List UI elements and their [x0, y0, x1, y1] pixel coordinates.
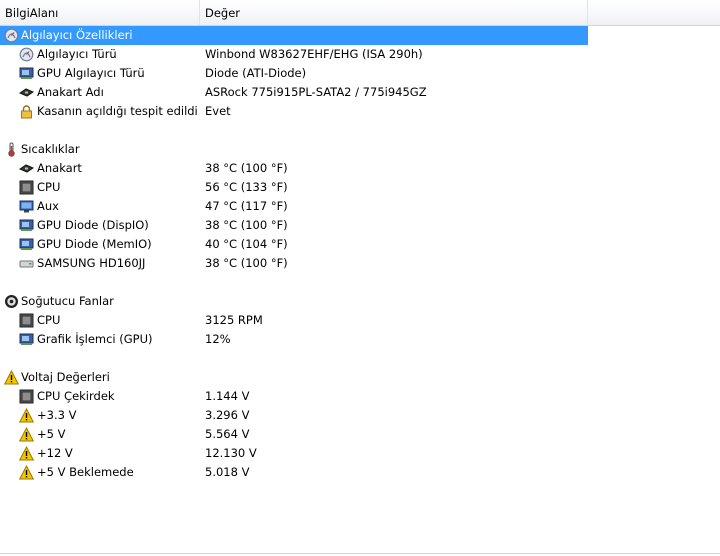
item-label: CPU: [37, 313, 61, 327]
motherboard-icon: [18, 161, 35, 176]
group-title: Soğutucu Fanlar: [21, 294, 114, 308]
sensor-icon: [4, 28, 19, 43]
cpu-icon: [19, 313, 34, 328]
item-value: 47 °C (117 °F): [205, 199, 288, 213]
group-row[interactable]: Sıcaklıklar: [0, 140, 720, 159]
list-item[interactable]: Anakart 38 °C (100 °F): [0, 159, 720, 178]
item-label: Grafik İşlemci (GPU): [37, 332, 153, 346]
item-label: GPU Algılayıcı Türü: [37, 66, 145, 80]
list-item[interactable]: Kasanın açıldığı tespit edildi Evet: [0, 102, 720, 121]
list-item[interactable]: Grafik İşlemci (GPU) 12%: [0, 330, 720, 349]
item-label: SAMSUNG HD160JJ: [37, 256, 146, 270]
list-item[interactable]: Anakart Adı ASRock 775i915PL-SATA2 / 775i…: [0, 83, 720, 102]
thermometer-icon: [4, 142, 19, 157]
item-label: GPU Diode (DispIO): [37, 218, 149, 232]
cpu-icon: [19, 389, 34, 404]
item-value: 5.564 V: [205, 427, 250, 441]
item-label: +3.3 V: [37, 408, 77, 422]
item-label: Anakart Adı: [37, 85, 104, 99]
list-item[interactable]: CPU 3125 RPM: [0, 311, 720, 330]
item-value: 3.296 V: [205, 408, 250, 422]
list-bottom-border: [0, 553, 720, 554]
monitor-icon: [19, 199, 34, 214]
item-value: 38 °C (100 °F): [205, 256, 288, 270]
item-label: +5 V: [37, 427, 66, 441]
list-item[interactable]: GPU Algılayıcı Türü Diode (ATI-Diode): [0, 64, 720, 83]
warning-icon: [18, 426, 35, 442]
gpu-icon: [19, 66, 34, 81]
gpu-icon: [19, 332, 34, 347]
gpu-icon: [19, 218, 34, 233]
list-item[interactable]: +5 V Beklemede 5.018 V: [0, 463, 720, 482]
warning-icon: [3, 369, 20, 385]
warning-icon: [18, 407, 35, 423]
item-value: Diode (ATI-Diode): [205, 66, 307, 80]
item-value: 3125 RPM: [205, 313, 263, 327]
item-value: 38 °C (100 °F): [205, 161, 288, 175]
sensor-list: Algılayıcı Özellikleri Algılayıcı Türü Win…: [0, 26, 720, 482]
item-label: +5 V Beklemede: [37, 465, 134, 479]
list-item[interactable]: CPU Çekirdek 1.144 V: [0, 387, 720, 406]
group-title: Algılayıcı Özellikleri: [21, 28, 133, 42]
item-label: +12 V: [37, 446, 73, 460]
column-header-field[interactable]: BilgiAlanı: [0, 0, 200, 25]
hard-drive-icon: [19, 256, 34, 271]
list-item[interactable]: +5 V 5.564 V: [0, 425, 720, 444]
fan-icon: [4, 294, 19, 309]
list-item[interactable]: GPU Diode (DispIO) 38 °C (100 °F): [0, 216, 720, 235]
column-header: BilgiAlanı Değer: [0, 0, 720, 26]
item-value: ASRock 775i915PL-SATA2 / 775i945GZ: [205, 85, 427, 99]
list-item[interactable]: Aux 47 °C (117 °F): [0, 197, 720, 216]
item-label: Algılayıcı Türü: [37, 47, 117, 61]
group-row[interactable]: Soğutucu Fanlar: [0, 292, 720, 311]
item-label: Aux: [37, 199, 59, 213]
item-label: CPU Çekirdek: [37, 389, 115, 403]
list-item[interactable]: +3.3 V 3.296 V: [0, 406, 720, 425]
list-item[interactable]: GPU Diode (MemIO) 40 °C (104 °F): [0, 235, 720, 254]
warning-icon: [18, 464, 35, 480]
item-value: 38 °C (100 °F): [205, 218, 288, 232]
item-value: Winbond W83627EHF/EHG (ISA 290h): [205, 47, 423, 61]
motherboard-icon: [18, 85, 35, 100]
item-value: 56 °C (133 °F): [205, 180, 288, 194]
group-title: Sıcaklıklar: [21, 142, 80, 156]
item-label: CPU: [37, 180, 61, 194]
sensor-icon: [19, 47, 34, 62]
warning-icon: [18, 445, 35, 461]
item-label: GPU Diode (MemIO): [37, 237, 152, 251]
list-item[interactable]: SAMSUNG HD160JJ 38 °C (100 °F): [0, 254, 720, 273]
list-item[interactable]: Algılayıcı Türü Winbond W83627EHF/EHG (IS…: [0, 45, 720, 64]
item-label: Kasanın açıldığı tespit edildi: [37, 104, 198, 118]
group-row[interactable]: Voltaj Değerleri: [0, 368, 720, 387]
item-value: 5.018 V: [205, 465, 250, 479]
list-item[interactable]: CPU 56 °C (133 °F): [0, 178, 720, 197]
cpu-icon: [19, 180, 34, 195]
item-label: Anakart: [37, 161, 82, 175]
column-header-value[interactable]: Değer: [200, 0, 588, 25]
item-value: 1.144 V: [205, 389, 250, 403]
item-value: 12.130 V: [205, 446, 257, 460]
list-item[interactable]: +12 V 12.130 V: [0, 444, 720, 463]
group-title: Voltaj Değerleri: [21, 370, 110, 384]
group-row[interactable]: Algılayıcı Özellikleri: [0, 26, 588, 45]
gpu-icon: [19, 237, 34, 252]
item-value: 40 °C (104 °F): [205, 237, 288, 251]
item-value: Evet: [205, 104, 231, 118]
item-value: 12%: [205, 332, 231, 346]
lock-icon: [19, 104, 34, 119]
